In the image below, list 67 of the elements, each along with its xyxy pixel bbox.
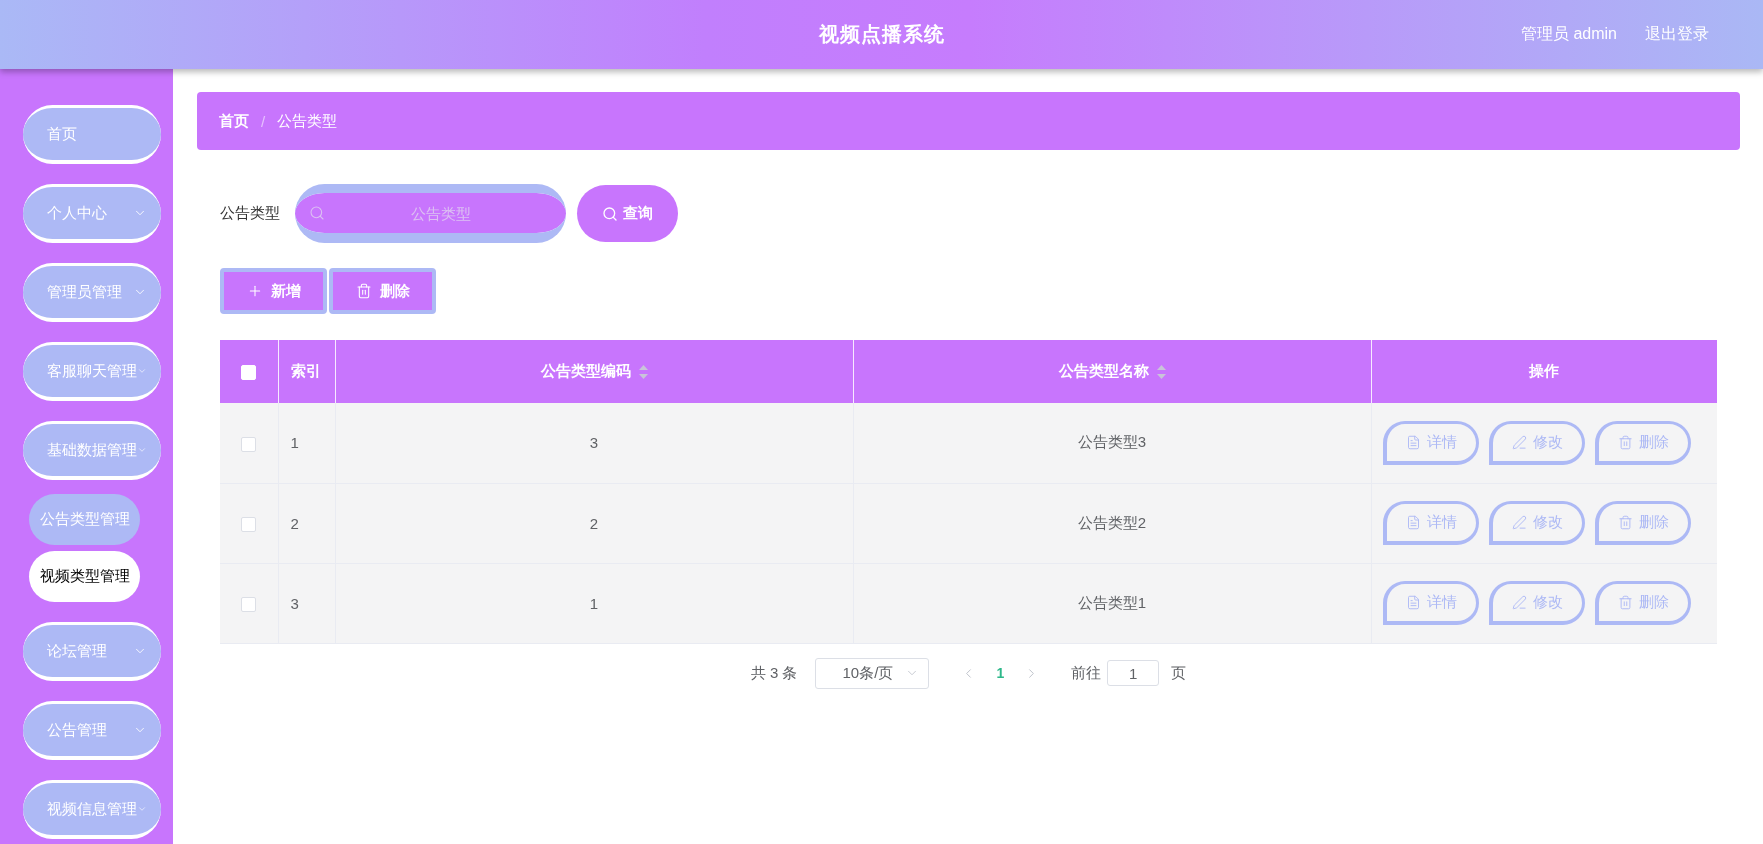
- column-header: 公告类型编码: [540, 362, 631, 381]
- column-header: 操作: [1529, 362, 1560, 381]
- add-button[interactable]: 新增: [220, 268, 327, 314]
- goto-page-field[interactable]: 1: [1107, 660, 1160, 686]
- table-cell: 3: [278, 563, 335, 643]
- sort-icon[interactable]: [638, 364, 648, 379]
- table-cell: 公告类型3: [853, 403, 1371, 483]
- page-suffix: 页: [1171, 663, 1187, 683]
- edit-button[interactable]: 修改: [1488, 501, 1585, 545]
- admin-user-label: 管理员 admin: [1520, 24, 1617, 44]
- trash-icon: [1617, 515, 1633, 530]
- table-cell: 2: [335, 483, 853, 563]
- detail-button[interactable]: 详情: [1382, 501, 1479, 545]
- trash-icon: [355, 283, 372, 299]
- search-icon: [602, 205, 618, 222]
- table-cell: 公告类型2: [853, 483, 1371, 563]
- delete-button[interactable]: 删除: [329, 268, 436, 314]
- delete-button[interactable]: 删除: [1594, 501, 1691, 545]
- sidebar-item[interactable]: 视频信息管理: [23, 780, 161, 839]
- detail-button[interactable]: 详情: [1382, 581, 1479, 625]
- sidebar-item[interactable]: 论坛管理: [23, 622, 161, 681]
- sidebar-item[interactable]: 公告管理: [23, 701, 161, 760]
- sidebar-item[interactable]: 客服聊天管理: [23, 342, 161, 401]
- sort-icon[interactable]: [1156, 364, 1166, 379]
- trash-icon: [1617, 595, 1633, 610]
- document-icon: [1405, 515, 1421, 530]
- delete-button[interactable]: 删除: [1594, 581, 1691, 625]
- pen-icon: [1511, 515, 1527, 530]
- edit-button[interactable]: 修改: [1488, 581, 1585, 625]
- column-header: 公告类型名称: [1058, 362, 1149, 381]
- breadcrumb-link[interactable]: 首页: [219, 111, 249, 131]
- logout-link[interactable]: 退出登录: [1645, 24, 1709, 45]
- total-count: 共 3 条: [750, 663, 798, 683]
- edit-button[interactable]: 修改: [1488, 420, 1585, 465]
- search-field[interactable]: 公告类型: [295, 184, 566, 243]
- table-cell: 3: [335, 403, 853, 483]
- sidebar-item[interactable]: 个人中心: [23, 184, 161, 243]
- sidebar-item[interactable]: 管理员管理: [23, 263, 161, 322]
- document-icon: [1405, 595, 1421, 610]
- sidebar-item[interactable]: 首页: [23, 105, 161, 164]
- breadcrumb-current: 公告类型: [277, 111, 338, 131]
- row-checkbox[interactable]: [241, 436, 257, 452]
- row-checkbox[interactable]: [241, 596, 257, 612]
- delete-button[interactable]: 删除: [1594, 420, 1691, 465]
- sidebar-subitem[interactable]: 视频类型管理: [29, 551, 140, 602]
- row-checkbox[interactable]: [241, 516, 257, 532]
- pen-icon: [1511, 434, 1527, 450]
- goto-label: 前往: [1071, 663, 1102, 683]
- page-size-select[interactable]: 10条/页: [815, 657, 930, 689]
- search-icon: [309, 205, 325, 221]
- table-cell: 1: [335, 563, 853, 643]
- app-title: 视频点播系统: [818, 22, 945, 47]
- trash-icon: [1617, 434, 1633, 450]
- page-number[interactable]: 1: [996, 665, 1005, 681]
- column-header: 索引: [290, 362, 321, 381]
- table-cell: 2: [278, 483, 335, 563]
- query-button[interactable]: 查询: [577, 185, 678, 242]
- select-all-checkbox[interactable]: [241, 365, 257, 381]
- sidebar-subitem[interactable]: 公告类型管理: [29, 494, 140, 545]
- table-cell: 1: [278, 403, 335, 483]
- breadcrumb-separator: /: [261, 112, 266, 130]
- search-label: 公告类型: [220, 204, 280, 223]
- pen-icon: [1511, 595, 1527, 610]
- document-icon: [1405, 434, 1421, 450]
- sidebar-item[interactable]: 基础数据管理: [23, 421, 161, 480]
- table-cell: 公告类型1: [853, 563, 1371, 643]
- detail-button[interactable]: 详情: [1382, 420, 1479, 465]
